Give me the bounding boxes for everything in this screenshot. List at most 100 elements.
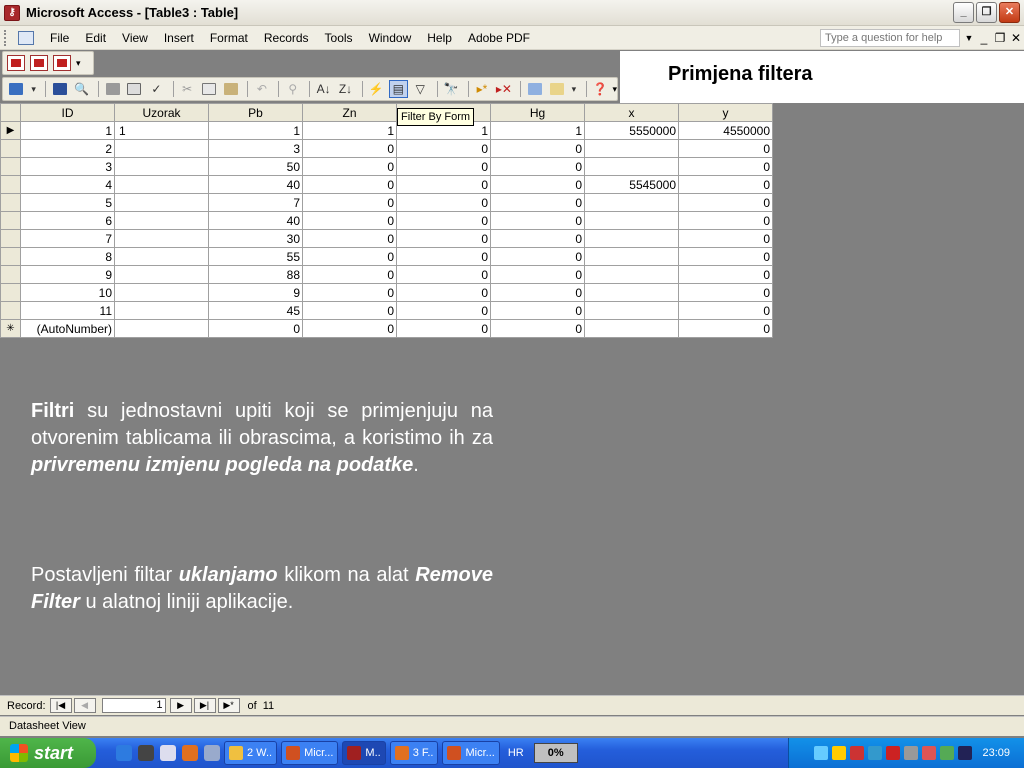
table-cell[interactable]: 1 <box>490 121 585 140</box>
print-preview-icon[interactable] <box>125 80 144 98</box>
tray-icon-8[interactable] <box>940 746 955 760</box>
row-selector[interactable] <box>0 283 21 302</box>
table-cell[interactable] <box>114 301 209 320</box>
menu-records[interactable]: Records <box>256 29 317 47</box>
table-cell[interactable]: 0 <box>396 175 491 194</box>
row-selector[interactable]: ▶ <box>0 121 21 140</box>
table-cell[interactable]: 0 <box>490 247 585 266</box>
new-record-nav-button[interactable]: ▶* <box>217 698 240 713</box>
table-cell[interactable] <box>114 229 209 248</box>
table-row[interactable]: 8 55 0 0 0 0 <box>0 247 773 266</box>
find-icon[interactable]: 🔭 <box>442 80 461 98</box>
table-row[interactable]: 10 9 0 0 0 0 <box>0 283 773 302</box>
table-cell[interactable] <box>584 193 679 212</box>
quicklaunch-icon-2[interactable] <box>138 745 154 761</box>
table-cell[interactable]: 0 <box>490 175 585 194</box>
table-cell[interactable]: 0 <box>396 139 491 158</box>
table-cell[interactable] <box>584 157 679 176</box>
table-cell[interactable]: 45 <box>208 301 303 320</box>
tray-icon-9[interactable] <box>958 746 973 760</box>
security-shield-icon[interactable] <box>832 746 847 760</box>
col-header-y[interactable]: y <box>678 103 773 122</box>
menu-format[interactable]: Format <box>202 29 256 47</box>
tray-icon-3[interactable] <box>850 746 865 760</box>
new-object-dropdown-icon[interactable]: ▾ <box>569 80 578 98</box>
new-record-icon[interactable]: ▸* <box>473 80 492 98</box>
table-row[interactable]: 570000 <box>0 193 773 212</box>
doc-close-button[interactable]: ✕ <box>1008 31 1024 45</box>
table-cell[interactable]: 0 <box>302 301 397 320</box>
table-cell[interactable]: 6 <box>20 211 115 230</box>
table-cell[interactable]: 7 <box>20 229 115 248</box>
table-cell[interactable]: 1 <box>114 121 209 140</box>
table-cell[interactable]: 40 <box>208 211 303 230</box>
row-selector[interactable]: ✳ <box>0 319 21 338</box>
table-cell[interactable]: 0 <box>302 211 397 230</box>
table-cell[interactable]: 0 <box>678 139 773 158</box>
copy-icon[interactable] <box>200 80 219 98</box>
table-cell[interactable] <box>114 265 209 284</box>
hyperlink-icon[interactable]: ⚲ <box>283 80 302 98</box>
table-cell[interactable]: 0 <box>396 193 491 212</box>
convert-to-pdf-icon[interactable] <box>7 55 25 71</box>
menu-help[interactable]: Help <box>419 29 460 47</box>
table-cell[interactable] <box>584 139 679 158</box>
table-cell[interactable]: 0 <box>490 193 585 212</box>
table-cell[interactable]: 30 <box>208 229 303 248</box>
view-design-icon[interactable] <box>7 80 26 98</box>
table-cell[interactable]: 0 <box>396 319 491 338</box>
help-icon[interactable]: ❓ <box>591 80 610 98</box>
next-record-button[interactable]: ▶ <box>169 698 192 713</box>
row-selector[interactable] <box>0 139 21 158</box>
table-cell[interactable]: 0 <box>396 229 491 248</box>
table-cell[interactable]: 0 <box>302 175 397 194</box>
table-cell[interactable]: 10 <box>20 283 115 302</box>
table-cell[interactable]: 1 <box>208 121 303 140</box>
table-cell[interactable]: 40 <box>208 175 303 194</box>
table-cell[interactable]: 0 <box>678 283 773 302</box>
doc-minimize-button[interactable]: _ <box>976 31 992 45</box>
table-cell[interactable]: 0 <box>490 265 585 284</box>
table-row[interactable]: 7 30 0 0 0 0 <box>0 229 773 248</box>
task-powerpoint-1[interactable]: Micr... <box>281 741 339 765</box>
pdf-email-icon[interactable] <box>30 55 48 71</box>
table-cell[interactable]: 0 <box>678 319 773 338</box>
messenger-icon[interactable] <box>204 745 220 761</box>
table-cell[interactable]: 0 <box>396 157 491 176</box>
col-header-hg[interactable]: Hg <box>490 103 585 122</box>
table-cell[interactable]: 3 <box>208 139 303 158</box>
table-cell[interactable] <box>114 175 209 194</box>
table-cell[interactable]: 0 <box>490 283 585 302</box>
row-selector[interactable] <box>0 229 21 248</box>
table-cell[interactable]: 0 <box>302 265 397 284</box>
table-cell[interactable]: 0 <box>208 319 303 338</box>
table-cell[interactable]: 0 <box>678 157 773 176</box>
table-cell[interactable]: 0 <box>396 247 491 266</box>
table-cell[interactable]: 0 <box>490 319 585 338</box>
minimize-button[interactable]: _ <box>953 2 974 23</box>
table-cell[interactable]: 0 <box>302 157 397 176</box>
table-row[interactable]: 6 40 0 0 0 0 <box>0 211 773 230</box>
table-cell[interactable]: 0 <box>678 247 773 266</box>
menu-adobe-pdf[interactable]: Adobe PDF <box>460 29 538 47</box>
cut-icon[interactable]: ✂ <box>178 80 197 98</box>
firefox-quick-icon[interactable] <box>182 745 198 761</box>
save-icon[interactable] <box>50 80 69 98</box>
row-selector[interactable] <box>0 175 21 194</box>
table-cell[interactable]: 0 <box>678 211 773 230</box>
row-selector[interactable] <box>0 247 21 266</box>
previous-record-button[interactable]: ◀ <box>73 698 96 713</box>
table-cell[interactable] <box>114 139 209 158</box>
table-row[interactable]: 11 45 0 0 0 0 <box>0 301 773 320</box>
table-cell[interactable]: 0 <box>302 319 397 338</box>
table-cell[interactable]: 0 <box>302 193 397 212</box>
table-cell[interactable]: 7 <box>208 193 303 212</box>
row-selector[interactable] <box>0 265 21 284</box>
doc-restore-button[interactable]: ❐ <box>992 31 1008 45</box>
database-window-icon[interactable] <box>525 80 544 98</box>
antivirus-icon[interactable] <box>886 746 901 760</box>
ie-icon[interactable] <box>116 745 132 761</box>
table-cell[interactable] <box>114 247 209 266</box>
task-access[interactable]: M.. <box>342 741 386 765</box>
delete-record-icon[interactable]: ▸✕ <box>494 80 513 98</box>
